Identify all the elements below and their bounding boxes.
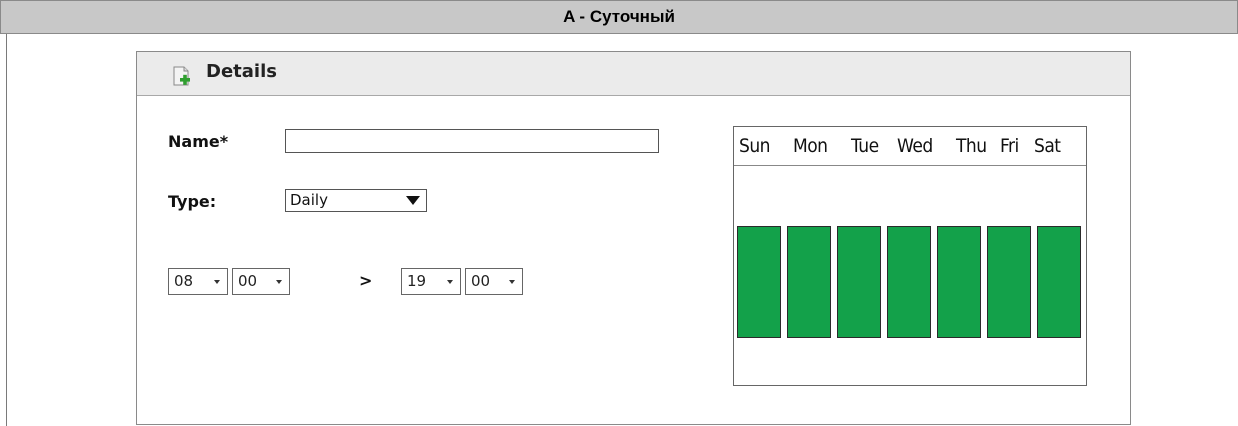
day-bar-sat[interactable] <box>1037 226 1081 338</box>
day-label-mon: Mon <box>793 135 828 157</box>
add-document-icon <box>173 66 190 86</box>
name-label: Name* <box>168 132 229 151</box>
end-minute-value: 00 <box>471 272 491 290</box>
day-label-fri: Fri <box>1000 135 1019 157</box>
caret-down-icon <box>509 280 515 284</box>
day-bar-tue[interactable] <box>837 226 881 338</box>
start-hour-value: 08 <box>174 272 194 290</box>
day-label-wed: Wed <box>897 135 933 157</box>
end-minute-select[interactable]: 00 <box>465 268 523 295</box>
details-panel: Details Name* Type: Daily 08 00 > 19 00 … <box>136 51 1131 425</box>
start-hour-select[interactable]: 08 <box>168 268 228 295</box>
caret-down-icon <box>276 280 282 284</box>
end-hour-value: 19 <box>407 272 427 290</box>
details-title: Details <box>206 61 277 82</box>
name-input[interactable] <box>285 129 659 153</box>
day-label-thu: Thu <box>956 135 987 157</box>
day-bar-fri[interactable] <box>987 226 1031 338</box>
start-minute-value: 00 <box>238 272 258 290</box>
day-label-tue: Tue <box>851 135 879 157</box>
weekday-schedule: Sun Mon Tue Wed Thu Fri Sat <box>733 126 1087 386</box>
day-label-sat: Sat <box>1034 135 1061 157</box>
start-minute-select[interactable]: 00 <box>232 268 290 295</box>
day-bar-mon[interactable] <box>787 226 831 338</box>
time-range-separator: > <box>359 271 373 290</box>
type-select[interactable]: Daily <box>285 189 427 212</box>
left-divider <box>6 34 7 426</box>
chevron-down-icon <box>406 196 420 205</box>
caret-down-icon <box>447 280 453 284</box>
type-select-value: Daily <box>290 191 328 209</box>
day-bar-thu[interactable] <box>937 226 981 338</box>
day-bar-wed[interactable] <box>887 226 931 338</box>
day-label-sun: Sun <box>739 135 770 157</box>
weekday-header: Sun Mon Tue Wed Thu Fri Sat <box>734 127 1086 166</box>
type-label: Type: <box>168 192 217 211</box>
day-bar-sun[interactable] <box>737 226 781 338</box>
window-title: A - Суточный <box>0 0 1238 34</box>
caret-down-icon <box>214 280 220 284</box>
details-header: Details <box>137 52 1130 96</box>
end-hour-select[interactable]: 19 <box>401 268 461 295</box>
